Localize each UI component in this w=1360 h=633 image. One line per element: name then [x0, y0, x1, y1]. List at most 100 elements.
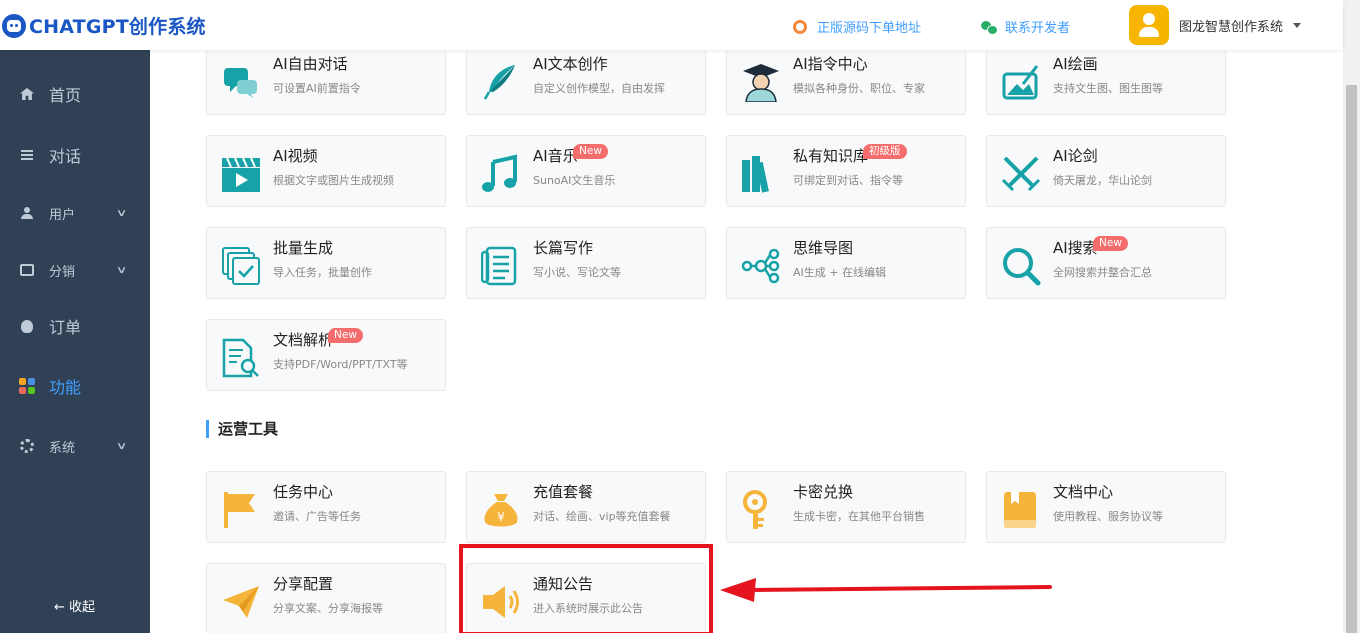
ops-card-recharge-plans[interactable]: ¥ 充值套餐 对话、绘画、vip等充值套餐 [466, 471, 706, 543]
feature-title: AI绘画 [1053, 55, 1098, 73]
sidebar-item-features[interactable]: 功能 [0, 366, 150, 406]
user-icon [19, 205, 35, 221]
sidebar-item-label: 分销 [49, 264, 76, 280]
feature-card-free-chat[interactable]: AI自由对话 可设置AI前置指令 [206, 50, 446, 115]
mindmap-icon [741, 248, 780, 284]
key-icon [743, 490, 767, 529]
sidebar-item-label: 订单 [49, 318, 82, 337]
ops-tools-section-title: 运营工具 [206, 420, 278, 438]
feature-card-instruction-center[interactable]: AI指令中心 模拟各种身份、职位、专家 [726, 50, 966, 115]
book-icon [1004, 492, 1036, 528]
feature-title: 长篇写作 [533, 239, 594, 257]
money-bag-icon [19, 318, 35, 334]
main-content: AI自由对话 可设置AI前置指令 AI文本创作 自定义创作模型，自由发挥 AI指… [150, 50, 1343, 633]
ops-card-task-center[interactable]: 任务中心 邀请、广告等任务 [206, 471, 446, 543]
music-note-icon [482, 154, 517, 192]
feature-card-painting[interactable]: AI绘画 支持文生图、图生图等 [986, 50, 1226, 115]
caret-down-icon [1293, 22, 1302, 28]
sidebar-item-label: 对话 [49, 147, 82, 166]
ops-title: 充值套餐 [533, 483, 594, 501]
feature-description: 导入任务，批量创作 [273, 266, 372, 279]
feature-card-video[interactable]: AI视频 根据文字或图片生成视频 [206, 135, 446, 207]
new-badge: New [573, 144, 608, 159]
sidebar-item-home[interactable]: 首页 [0, 74, 150, 114]
avatar [1129, 5, 1169, 45]
wechat-icon [981, 20, 998, 35]
feature-title: 文档解析 [273, 331, 334, 349]
sidebar-item-chat[interactable]: 对话 [0, 135, 150, 175]
scroll-icon [481, 246, 517, 286]
sidebar-item-orders[interactable]: 订单 [0, 306, 150, 346]
chat-bubbles-icon [224, 68, 257, 98]
scrollbar-thumb[interactable] [1346, 85, 1357, 633]
top-header: CHATGPT创作系统 正版源码下单地址 联系开发者 图龙智慧创作系统 [0, 0, 1343, 50]
ops-card-share-config[interactable]: 分享配置 分享文案、分享海报等 [206, 563, 446, 633]
ops-card-doc-center[interactable]: 文档中心 使用教程、服务协议等 [986, 471, 1226, 543]
paper-plane-icon [223, 586, 259, 618]
vertical-scrollbar[interactable] [1343, 0, 1360, 633]
ops-description: 分享文案、分享海报等 [273, 602, 383, 615]
new-badge: New [1093, 236, 1128, 251]
feature-card-knowledge-base[interactable]: 私有知识库 初级版 可绑定到对话、指令等 [726, 135, 966, 207]
feature-card-text-creation[interactable]: AI文本创作 自定义创作模型，自由发挥 [466, 50, 706, 115]
logo-text: CHATGPT创作系统 [29, 16, 206, 38]
feature-card-debate[interactable]: AI论剑 倚天屠龙，华山论剑 [986, 135, 1226, 207]
document-search-icon [222, 338, 259, 378]
feature-title: AI视频 [273, 147, 318, 165]
feature-description: 根据文字或图片生成视频 [273, 174, 394, 187]
feature-card-batch-generate[interactable]: 批量生成 导入任务，批量创作 [206, 227, 446, 299]
sidebar-item-label: 首页 [49, 86, 82, 105]
ops-card-card-redeem[interactable]: 卡密兑换 生成卡密，在其他平台销售 [726, 471, 966, 543]
sidebar-item-label: 用户 [49, 207, 76, 223]
svg-text:¥: ¥ [497, 510, 505, 524]
ops-title: 任务中心 [273, 483, 334, 501]
feature-title: AI自由对话 [273, 55, 348, 73]
menu-icon [19, 147, 35, 163]
feature-card-long-writing[interactable]: 长篇写作 写小说、写论文等 [466, 227, 706, 299]
collapse-sidebar-button[interactable]: ← 收起 [54, 596, 95, 615]
target-icon [793, 19, 807, 34]
sidebar-item-system[interactable]: 系统 ∨ [0, 426, 150, 466]
books-icon [742, 156, 769, 193]
feature-title: 批量生成 [273, 239, 334, 257]
feature-title: AI指令中心 [793, 55, 868, 73]
feature-title: AI论剑 [1053, 147, 1098, 165]
crossed-swords-icon [1001, 156, 1041, 192]
feature-card-ai-search[interactable]: AI搜索 New 全网搜索并整合汇总 [986, 227, 1226, 299]
feature-title: AI文本创作 [533, 55, 608, 73]
sidebar-item-label: 系统 [49, 440, 76, 456]
screen-icon [19, 262, 35, 278]
feature-description: 支持文生图、图生图等 [1053, 82, 1163, 95]
feature-card-music[interactable]: AI音乐 New SunoAI文生音乐 [466, 135, 706, 207]
feature-description: 可绑定到对话、指令等 [793, 174, 903, 187]
gear-icon [19, 438, 35, 454]
tier-badge: 初级版 [863, 144, 907, 159]
ops-description: 生成卡密，在其他平台销售 [793, 510, 925, 523]
painting-icon [1002, 65, 1039, 100]
contact-developer-link[interactable]: 联系开发者 [981, 17, 1070, 36]
feature-title: 私有知识库 [793, 147, 869, 165]
feature-card-mind-map[interactable]: 思维导图 AI生成 + 在线编辑 [726, 227, 966, 299]
flag-icon [224, 492, 255, 528]
video-icon [222, 157, 260, 192]
chevron-down-icon: ∨ [115, 207, 128, 219]
feature-card-document-parsing[interactable]: 文档解析 New 支持PDF/Word/PPT/TXT等 [206, 319, 446, 391]
ops-title: 文档中心 [1053, 483, 1114, 501]
app-window: CHATGPT创作系统 正版源码下单地址 联系开发者 图龙智慧创作系统 首页 对… [0, 0, 1360, 633]
feature-description: 全网搜索并整合汇总 [1053, 266, 1152, 279]
feature-title: 思维导图 [793, 239, 854, 257]
source-order-link-label: 正版源码下单地址 [817, 21, 922, 36]
feature-description: 支持PDF/Word/PPT/TXT等 [273, 358, 408, 371]
feature-description: 可设置AI前置指令 [273, 82, 361, 95]
grid-icon [19, 378, 35, 394]
sidebar-item-users[interactable]: 用户 ∨ [0, 193, 150, 233]
feature-description: SunoAI文生音乐 [533, 174, 616, 187]
source-order-link[interactable]: 正版源码下单地址 [793, 17, 921, 36]
feature-description: 自定义创作模型，自由发挥 [533, 82, 665, 95]
sidebar-item-distribution[interactable]: 分销 ∨ [0, 250, 150, 290]
logo[interactable]: CHATGPT创作系统 [2, 12, 206, 39]
annotation-highlight-box [459, 544, 713, 633]
user-menu[interactable]: 图龙智慧创作系统 [1129, 5, 1302, 45]
chevron-down-icon: ∨ [115, 264, 128, 276]
home-icon [19, 86, 35, 102]
